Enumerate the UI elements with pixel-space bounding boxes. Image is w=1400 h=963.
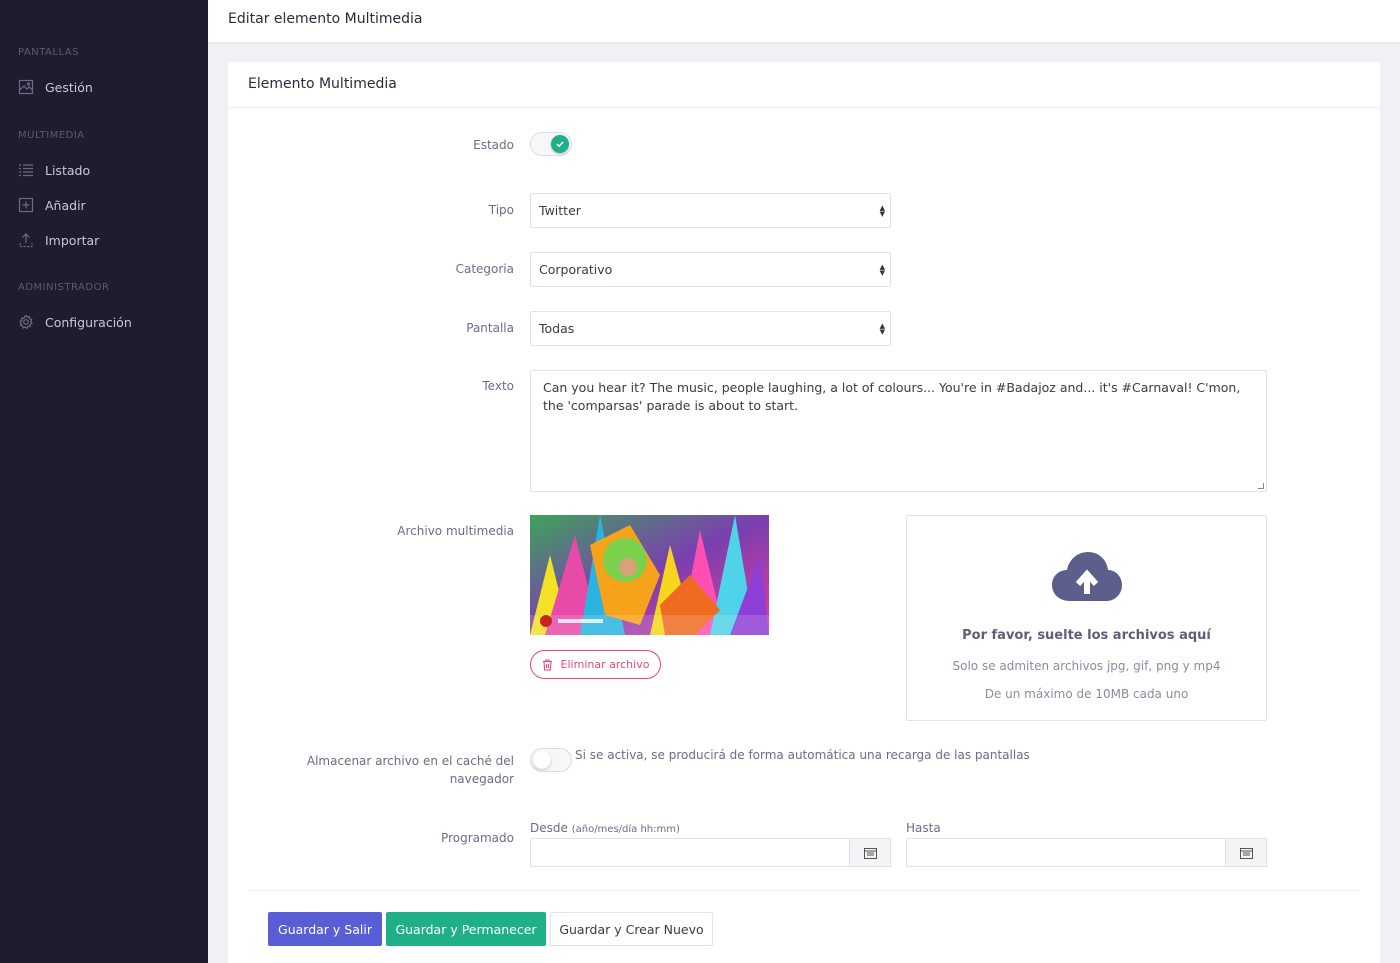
delete-file-label: Eliminar archivo bbox=[560, 658, 650, 671]
sidebar-item-label: Configuración bbox=[45, 314, 132, 330]
gear-icon bbox=[18, 314, 34, 330]
trash-icon bbox=[542, 658, 552, 671]
sidebar-item-listado[interactable]: Listado bbox=[18, 158, 198, 182]
cache-help-text: Si se activa, se producirá de forma auto… bbox=[575, 748, 1030, 762]
divider bbox=[248, 890, 1360, 891]
texto-label: Texto bbox=[482, 379, 514, 393]
card-title: Elemento Multimedia bbox=[248, 76, 397, 92]
page-title: Editar elemento Multimedia bbox=[228, 11, 423, 27]
texto-value: Can you hear it? The music, people laugh… bbox=[543, 380, 1241, 413]
hasta-input[interactable] bbox=[906, 838, 1267, 867]
tipo-value: Twitter bbox=[539, 203, 581, 218]
cache-label-line1: Almacenar archivo en el caché del bbox=[306, 754, 514, 768]
dropzone-title: Por favor, suelte los archivos aquí bbox=[962, 628, 1211, 643]
sidebar-item-gestion[interactable]: Gestión bbox=[18, 75, 198, 99]
desde-format-hint: (año/mes/día hh:mm) bbox=[571, 824, 680, 835]
media-thumbnail bbox=[530, 515, 769, 635]
check-icon bbox=[551, 135, 569, 153]
calendar-icon bbox=[863, 847, 877, 859]
toggle-knob bbox=[533, 751, 551, 769]
upload-icon bbox=[18, 232, 34, 248]
sidebar-item-label: Listado bbox=[45, 162, 91, 178]
form-card: Elemento Multimedia Estado Tipo Twitter … bbox=[228, 62, 1380, 963]
tipo-select[interactable]: Twitter ▲ ▼ bbox=[530, 193, 891, 228]
desde-calendar-button[interactable] bbox=[849, 838, 891, 867]
select-arrows-icon: ▲ ▼ bbox=[879, 263, 885, 277]
desde-label: Desde (año/mes/día hh:mm) bbox=[530, 821, 680, 835]
list-icon bbox=[18, 162, 34, 178]
cache-label: Almacenar archivo en el caché del navega… bbox=[307, 752, 514, 788]
cloud-upload-icon bbox=[1052, 552, 1122, 601]
desde-input[interactable] bbox=[530, 838, 891, 867]
pantalla-select[interactable]: Todas ▲ ▼ bbox=[530, 311, 891, 346]
card-header: Elemento Multimedia bbox=[228, 62, 1380, 108]
save-new-button[interactable]: Guardar y Crear Nuevo bbox=[550, 912, 713, 946]
sidebar-item-anadir[interactable]: Añadir bbox=[18, 193, 198, 217]
tipo-label: Tipo bbox=[488, 203, 514, 217]
resize-handle-icon[interactable] bbox=[1258, 483, 1264, 489]
estado-toggle[interactable] bbox=[530, 132, 572, 156]
sidebar-item-importar[interactable]: Importar bbox=[18, 228, 198, 252]
top-bar: Editar elemento Multimedia bbox=[208, 0, 1400, 42]
delete-file-button[interactable]: Eliminar archivo bbox=[530, 650, 661, 679]
file-dropzone[interactable]: Por favor, suelte los archivos aquí Solo… bbox=[906, 515, 1267, 721]
dropzone-formats: Solo se admiten archivos jpg, gif, png y… bbox=[952, 659, 1221, 673]
archivo-label: Archivo multimedia bbox=[397, 524, 514, 538]
categoria-value: Corporativo bbox=[539, 262, 613, 277]
sidebar-item-label: Importar bbox=[45, 232, 100, 248]
save-exit-button[interactable]: Guardar y Salir bbox=[268, 912, 382, 946]
hasta-calendar-button[interactable] bbox=[1225, 838, 1267, 867]
save-stay-button[interactable]: Guardar y Permanecer bbox=[386, 912, 546, 946]
sidebar-item-label: Añadir bbox=[45, 197, 86, 213]
cache-label-line2: navegador bbox=[449, 772, 514, 786]
programado-label: Programado bbox=[441, 831, 514, 845]
sidebar-item-label: Gestión bbox=[45, 79, 93, 95]
calendar-icon bbox=[1239, 847, 1253, 859]
sidebar-item-configuracion[interactable]: Configuración bbox=[18, 310, 198, 334]
sidebar-section-administrador: ADMINISTRADOR bbox=[18, 282, 110, 293]
image-icon bbox=[18, 79, 34, 95]
pantalla-value: Todas bbox=[539, 321, 575, 336]
sidebar-section-multimedia: MULTIMEDIA bbox=[18, 130, 85, 141]
hasta-label: Hasta bbox=[906, 821, 941, 835]
sidebar-section-pantallas: PANTALLAS bbox=[18, 47, 79, 58]
sidebar: PANTALLAS Gestión MULTIMEDIA Listado Aña… bbox=[0, 0, 208, 963]
categoria-label: Categoria bbox=[455, 262, 514, 276]
select-arrows-icon: ▲ ▼ bbox=[879, 204, 885, 218]
plus-square-icon bbox=[18, 197, 34, 213]
dropzone-size-limit: De un máximo de 10MB cada uno bbox=[984, 687, 1189, 701]
categoria-select[interactable]: Corporativo ▲ ▼ bbox=[530, 252, 891, 287]
cache-toggle[interactable] bbox=[530, 748, 572, 772]
pantalla-label: Pantalla bbox=[466, 321, 514, 335]
estado-label: Estado bbox=[473, 138, 514, 152]
select-arrows-icon: ▲ ▼ bbox=[879, 322, 885, 336]
texto-textarea[interactable]: Can you hear it? The music, people laugh… bbox=[530, 370, 1267, 492]
